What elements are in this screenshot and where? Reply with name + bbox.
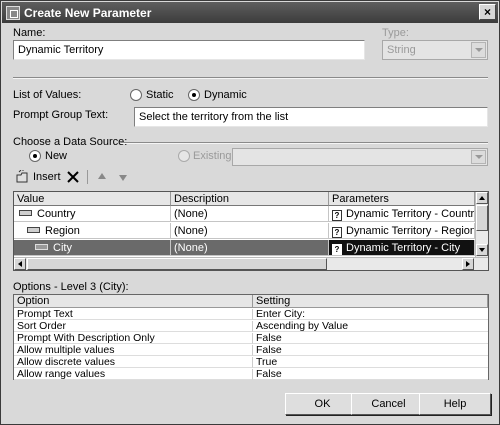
- grid-horizontal-scrollbar[interactable]: [14, 257, 488, 270]
- type-label: Type:: [382, 27, 409, 39]
- insert-icon: [16, 170, 28, 183]
- move-down-icon: [119, 175, 127, 181]
- option-setting[interactable]: Enter City:: [253, 309, 488, 320]
- existing-source-select[interactable]: [232, 148, 488, 166]
- scroll-thumb[interactable]: [476, 205, 488, 231]
- option-name: Prompt With Description Only: [14, 333, 253, 344]
- parameter-icon: ?: [332, 244, 342, 255]
- level-icon: [19, 210, 32, 216]
- option-name: Prompt Text: [14, 309, 253, 320]
- dialog-app-icon: [6, 5, 20, 20]
- title-bar[interactable]: Create New Parameter ×: [2, 2, 498, 23]
- options-header-option[interactable]: Option: [14, 295, 253, 308]
- dynamic-radio-label[interactable]: Dynamic: [204, 89, 247, 101]
- window-title: Create New Parameter: [24, 5, 152, 20]
- parameter-icon: ?: [332, 227, 342, 238]
- description-cell[interactable]: (None): [171, 240, 329, 256]
- description-cell[interactable]: (None): [171, 206, 329, 222]
- column-header-description[interactable]: Description: [171, 192, 329, 206]
- scroll-down-button[interactable]: [476, 244, 488, 256]
- option-setting[interactable]: False: [253, 345, 488, 356]
- value-cell[interactable]: Country: [14, 206, 171, 222]
- insert-button[interactable]: Insert: [15, 168, 61, 186]
- static-radio-label[interactable]: Static: [146, 89, 174, 101]
- option-setting[interactable]: False: [253, 333, 488, 344]
- existing-source-radio[interactable]: [178, 150, 190, 162]
- new-source-radio[interactable]: [29, 150, 41, 162]
- value-text: Region: [45, 225, 80, 237]
- level-icon: [35, 244, 48, 250]
- scroll-right-button[interactable]: [462, 258, 474, 270]
- option-setting[interactable]: True: [253, 357, 488, 368]
- description-cell[interactable]: (None): [171, 223, 329, 239]
- chevron-down-icon[interactable]: [471, 42, 486, 58]
- parameter-text: Dynamic Territory - Region: [346, 225, 475, 237]
- option-name: Allow multiple values: [14, 345, 253, 356]
- value-text: Country: [37, 208, 76, 220]
- cancel-button[interactable]: Cancel: [351, 393, 426, 415]
- delete-icon: [67, 171, 79, 183]
- level-icon: [27, 227, 40, 233]
- static-radio[interactable]: [130, 89, 142, 101]
- parameter-cell[interactable]: ? Dynamic Territory - Region: [329, 223, 475, 239]
- column-header-parameters[interactable]: Parameters: [329, 192, 475, 206]
- option-name: Allow range values: [14, 369, 253, 380]
- toolbar-separator: [87, 170, 88, 184]
- insert-label: Insert: [33, 171, 61, 183]
- move-up-icon: [98, 173, 106, 179]
- type-select-value: String: [387, 44, 416, 56]
- close-button[interactable]: ×: [479, 4, 496, 20]
- levels-grid[interactable]: Value Description Parameters Country (No…: [13, 191, 489, 271]
- move-up-button[interactable]: [97, 168, 107, 186]
- new-source-label[interactable]: New: [45, 150, 67, 162]
- name-label: Name:: [13, 27, 46, 39]
- option-name: Allow discrete values: [14, 357, 253, 368]
- value-text: City: [53, 242, 72, 254]
- name-input[interactable]: Dynamic Territory: [13, 40, 365, 60]
- parameter-cell[interactable]: ? Dynamic Territory - City: [329, 240, 475, 256]
- prompt-group-input[interactable]: Select the territory from the list: [134, 107, 488, 127]
- ok-button[interactable]: OK: [285, 393, 360, 415]
- scroll-thumb[interactable]: [27, 258, 327, 270]
- data-source-label: Choose a Data Source:: [13, 136, 128, 148]
- parameter-text: Dynamic Territory - City: [346, 242, 461, 254]
- create-parameter-dialog: Create New Parameter × Name: Dynamic Ter…: [0, 0, 500, 425]
- value-cell[interactable]: City: [14, 240, 171, 256]
- options-label: Options - Level 3 (City):: [13, 281, 129, 293]
- scroll-left-button[interactable]: [14, 258, 26, 270]
- list-of-values-label: List of Values:: [13, 89, 82, 101]
- type-select[interactable]: String: [382, 40, 488, 60]
- delete-button[interactable]: [67, 168, 79, 186]
- option-setting[interactable]: Ascending by Value: [253, 321, 488, 332]
- option-setting[interactable]: False: [253, 369, 488, 380]
- options-grid[interactable]: Option Setting Prompt Text Enter City: S…: [13, 294, 489, 380]
- move-down-button[interactable]: [118, 168, 128, 186]
- divider: [13, 77, 488, 79]
- value-cell[interactable]: Region: [14, 223, 171, 239]
- help-button[interactable]: Help: [419, 393, 491, 415]
- parameter-cell[interactable]: ? Dynamic Territory - Country: [329, 206, 475, 222]
- parameter-text: Dynamic Territory - Country: [346, 208, 475, 220]
- data-source-divider: [121, 142, 488, 144]
- dynamic-radio[interactable]: [188, 89, 200, 101]
- grid-vertical-scrollbar[interactable]: [475, 192, 488, 257]
- existing-source-label[interactable]: Existing: [193, 150, 232, 162]
- option-name: Sort Order: [14, 321, 253, 332]
- prompt-group-label: Prompt Group Text:: [13, 109, 109, 121]
- scroll-up-button[interactable]: [476, 192, 488, 204]
- column-header-value[interactable]: Value: [14, 192, 171, 206]
- parameter-icon: ?: [332, 210, 342, 221]
- chevron-down-icon[interactable]: [471, 150, 486, 164]
- options-header-setting[interactable]: Setting: [253, 295, 488, 308]
